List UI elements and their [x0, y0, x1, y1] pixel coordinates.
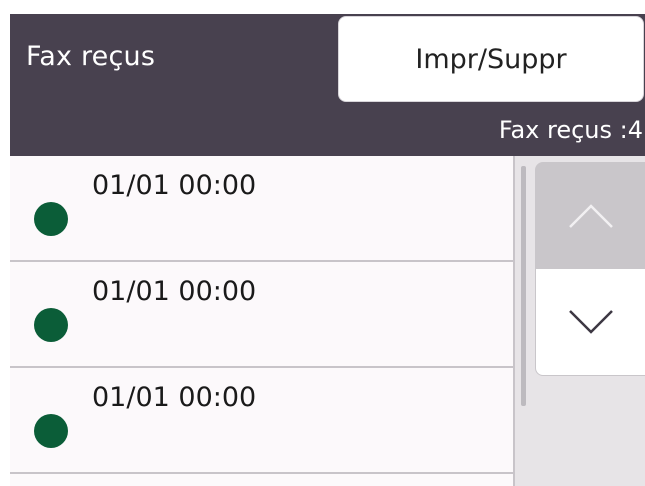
received-fax-screen: Fax reçus Impr/Suppr Fax reçus :4 01/01 …	[10, 14, 645, 486]
fax-list-item[interactable]: 01/01 00:00	[10, 156, 513, 262]
header-bar: Fax reçus Impr/Suppr Fax reçus :4	[10, 14, 645, 156]
fax-list: 01/01 00:00 01/01 00:00 01/01 00:00	[10, 156, 513, 486]
chevron-up-icon	[569, 204, 613, 228]
fax-list-item[interactable]: 01/01 00:00	[10, 262, 513, 368]
fax-date-time: 01/01 00:00	[92, 170, 257, 201]
status-dot-icon	[34, 202, 68, 236]
fax-date-time: 01/01 00:00	[92, 276, 257, 307]
scrollbar[interactable]	[521, 166, 526, 406]
scroll-panel	[513, 156, 645, 486]
scroll-up-button[interactable]	[535, 162, 645, 270]
scroll-down-button[interactable]	[535, 268, 645, 376]
fax-date-time: 01/01 00:00	[92, 382, 257, 413]
status-dot-icon	[34, 308, 68, 342]
received-fax-count: Fax reçus :4	[498, 116, 643, 144]
status-dot-icon	[34, 414, 68, 448]
chevron-down-icon	[569, 310, 613, 334]
print-delete-button[interactable]: Impr/Suppr	[338, 16, 644, 102]
fax-list-item[interactable]: 01/01 00:00	[10, 368, 513, 474]
page-title: Fax reçus	[26, 41, 156, 72]
